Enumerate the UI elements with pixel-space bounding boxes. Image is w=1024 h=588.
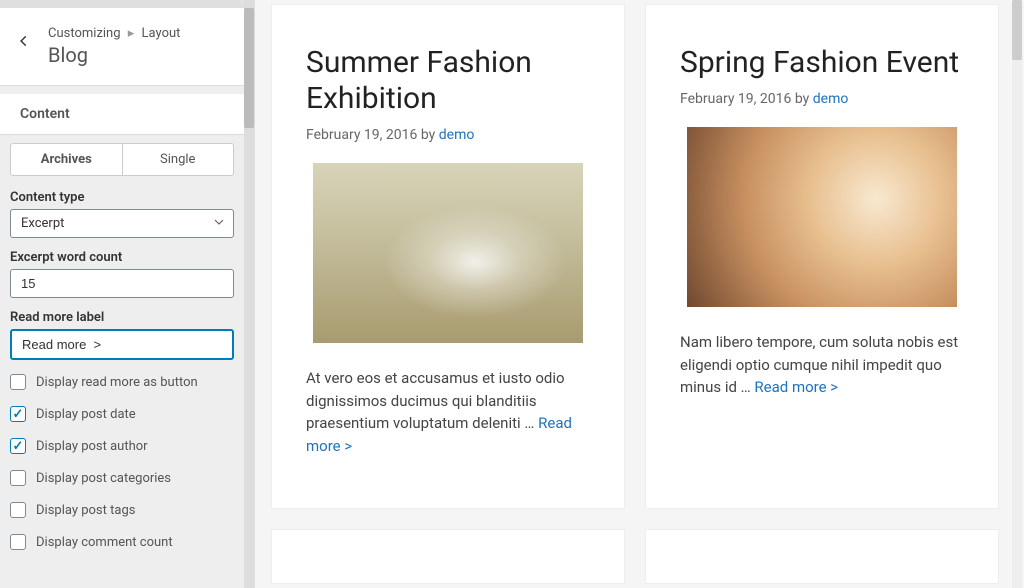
post-excerpt: At vero eos et accusamus et iusto odio d… bbox=[306, 367, 590, 457]
tab-single[interactable]: Single bbox=[123, 144, 234, 175]
cb-post-author[interactable] bbox=[10, 438, 26, 454]
content-type-value: Excerpt bbox=[21, 216, 64, 231]
excerpt-count-label: Excerpt word count bbox=[10, 250, 234, 265]
content-type-select[interactable]: Excerpt bbox=[10, 209, 234, 238]
cb-readmore-button[interactable] bbox=[10, 374, 26, 390]
post-meta: February 19, 2016 by demo bbox=[306, 127, 590, 143]
content-tabs: Archives Single bbox=[10, 143, 234, 176]
post-title[interactable]: Spring Fashion Event bbox=[680, 45, 964, 81]
preview-scrollbar[interactable] bbox=[1012, 0, 1022, 588]
post-author-link[interactable]: demo bbox=[439, 127, 475, 143]
post-title[interactable]: Summer Fashion Exhibition bbox=[306, 45, 590, 117]
cb-post-author-label: Display post author bbox=[36, 439, 148, 454]
customizer-sidebar: Customizing ▸ Layout Blog Content Archiv… bbox=[0, 0, 255, 588]
post-date: February 19, 2016 bbox=[680, 91, 791, 107]
post-card-stub bbox=[271, 529, 625, 584]
sidebar-scrollbar[interactable] bbox=[244, 0, 254, 588]
post-meta: February 19, 2016 by demo bbox=[680, 91, 964, 107]
preview-pane: Summer Fashion Exhibition February 19, 2… bbox=[255, 0, 1024, 588]
panel-header: Customizing ▸ Layout Blog bbox=[0, 8, 244, 86]
read-more-link[interactable]: Read more > bbox=[754, 378, 838, 396]
preview-scrollbar-thumb[interactable] bbox=[1012, 0, 1022, 60]
excerpt-text: At vero eos et accusamus et iusto odio d… bbox=[306, 369, 565, 432]
post-card: Summer Fashion Exhibition February 19, 2… bbox=[271, 4, 625, 509]
post-by: by bbox=[421, 127, 435, 143]
cb-comment-count[interactable] bbox=[10, 534, 26, 550]
cb-post-date[interactable] bbox=[10, 406, 26, 422]
post-by: by bbox=[795, 91, 809, 107]
tab-archives[interactable]: Archives bbox=[11, 144, 123, 175]
breadcrumb-sep: ▸ bbox=[128, 26, 135, 41]
top-bar bbox=[0, 0, 244, 8]
breadcrumb-prefix: Customizing bbox=[48, 26, 121, 41]
chevron-down-icon bbox=[213, 216, 225, 232]
readmore-label-label: Read more label bbox=[10, 310, 234, 325]
post-card-stub bbox=[645, 529, 999, 584]
cb-post-categories-label: Display post categories bbox=[36, 471, 171, 486]
cb-post-tags-label: Display post tags bbox=[36, 503, 135, 518]
panel-title: Blog bbox=[48, 43, 180, 67]
section-content-header[interactable]: Content bbox=[0, 94, 244, 135]
cb-post-categories[interactable] bbox=[10, 470, 26, 486]
cb-post-tags[interactable] bbox=[10, 502, 26, 518]
cb-post-date-label: Display post date bbox=[36, 407, 136, 422]
sidebar-scrollbar-thumb[interactable] bbox=[244, 8, 254, 128]
post-image[interactable] bbox=[687, 127, 957, 307]
post-excerpt: Nam libero tempore, cum soluta nobis est… bbox=[680, 331, 964, 399]
readmore-label-input[interactable] bbox=[10, 329, 234, 360]
chevron-left-icon bbox=[17, 34, 31, 48]
back-button[interactable] bbox=[0, 26, 48, 48]
breadcrumb: Customizing ▸ Layout bbox=[48, 26, 180, 41]
excerpt-count-input[interactable] bbox=[10, 269, 234, 298]
cb-comment-count-label: Display comment count bbox=[36, 535, 173, 550]
content-type-label: Content type bbox=[10, 190, 234, 205]
cb-readmore-button-label: Display read more as button bbox=[36, 375, 198, 390]
breadcrumb-current: Layout bbox=[142, 26, 181, 41]
post-author-link[interactable]: demo bbox=[813, 91, 849, 107]
post-date: February 19, 2016 bbox=[306, 127, 417, 143]
post-image[interactable] bbox=[313, 163, 583, 343]
post-card: Spring Fashion Event February 19, 2016 b… bbox=[645, 4, 999, 509]
